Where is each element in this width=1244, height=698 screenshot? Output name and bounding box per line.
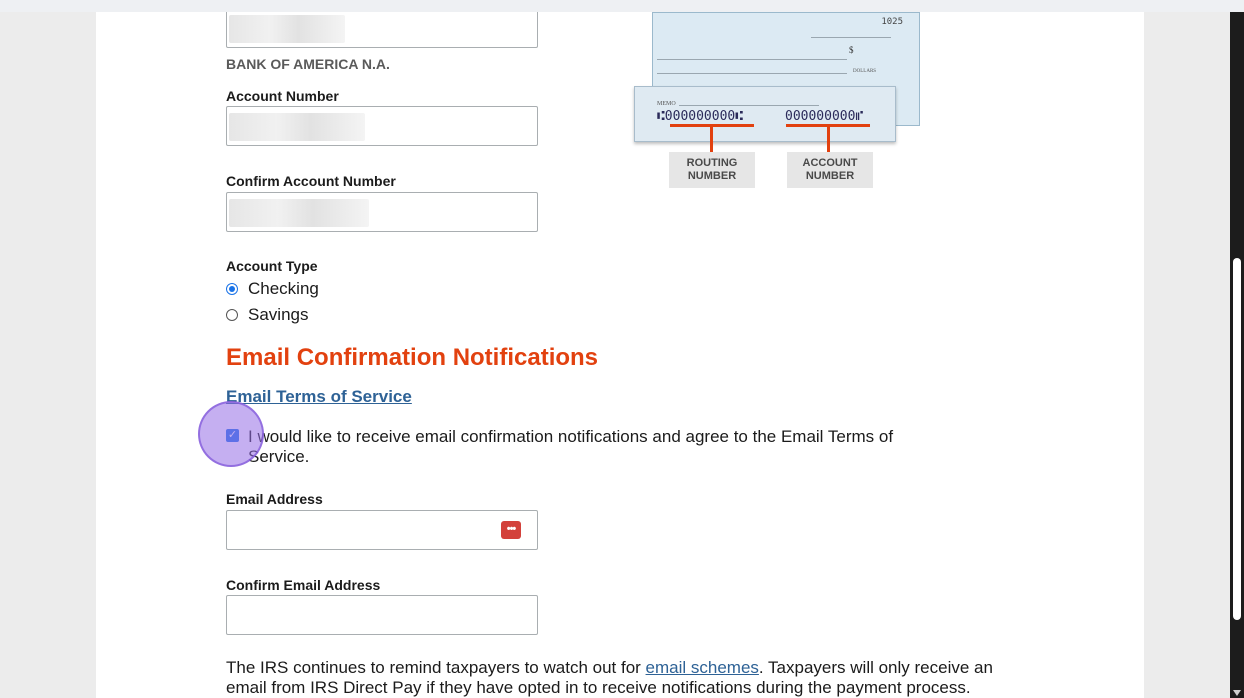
redacted-value bbox=[229, 113, 365, 141]
account-digits: 000000000⑈ bbox=[785, 109, 864, 124]
confirm-account-number-label: Confirm Account Number bbox=[226, 173, 396, 189]
account-callout-line2: NUMBER bbox=[805, 170, 855, 182]
email-address-field[interactable]: ••• bbox=[226, 510, 538, 550]
email-address-label: Email Address bbox=[226, 491, 323, 507]
account-pointer bbox=[827, 126, 830, 152]
redacted-value bbox=[229, 199, 369, 227]
check-number: 1025 bbox=[881, 17, 903, 27]
vertical-scrollbar[interactable] bbox=[1230, 12, 1244, 698]
dollars-label: DOLLARS bbox=[853, 69, 877, 74]
click-indicator bbox=[198, 401, 264, 467]
savings-label: Savings bbox=[248, 305, 309, 324]
date-line bbox=[811, 37, 891, 38]
routing-number-callout: ROUTING NUMBER bbox=[669, 152, 755, 188]
checking-label: Checking bbox=[248, 279, 319, 298]
confirm-account-number-field[interactable] bbox=[226, 192, 538, 232]
account-type-savings-option[interactable]: Savings bbox=[226, 304, 308, 326]
confirm-email-address-label: Confirm Email Address bbox=[226, 577, 381, 593]
dollar-sign: $ bbox=[849, 45, 854, 55]
email-notifications-heading: Email Confirmation Notifications bbox=[226, 344, 599, 371]
email-terms-link[interactable]: Email Terms of Service bbox=[226, 387, 412, 407]
savings-radio[interactable] bbox=[226, 309, 238, 321]
account-type-checking-option[interactable]: Checking bbox=[226, 278, 319, 300]
account-callout-line1: ACCOUNT bbox=[802, 157, 858, 169]
memo-label: MEMO bbox=[657, 101, 676, 107]
checking-radio[interactable] bbox=[226, 283, 238, 295]
account-number-field[interactable] bbox=[226, 106, 538, 146]
account-type-label: Account Type bbox=[226, 258, 318, 274]
memo-line bbox=[679, 105, 819, 106]
bank-name: BANK OF AMERICA N.A. bbox=[226, 56, 390, 72]
routing-digits: ⑆000000000⑆ bbox=[657, 109, 744, 124]
check-front-image: MEMO ⑆000000000⑆ 000000000⑈ bbox=[634, 86, 896, 142]
browser-top-strip bbox=[0, 0, 1244, 12]
scroll-down-arrow-icon[interactable] bbox=[1233, 690, 1241, 696]
redacted-value bbox=[229, 15, 345, 43]
account-number-label: Account Number bbox=[226, 88, 339, 104]
scrollbar-thumb[interactable] bbox=[1233, 258, 1241, 620]
footer-text-start: The IRS continues to remind taxpayers to… bbox=[226, 658, 646, 677]
password-manager-icon[interactable]: ••• bbox=[501, 521, 521, 539]
email-consent-text: I would like to receive email confirmati… bbox=[248, 427, 894, 466]
routing-callout-line2: NUMBER bbox=[687, 170, 737, 182]
account-number-callout: ACCOUNT NUMBER bbox=[787, 152, 873, 188]
email-schemes-link[interactable]: email schemes bbox=[646, 658, 759, 677]
payment-form-page: BANK OF AMERICA N.A. Account Number Conf… bbox=[96, 12, 1144, 698]
email-scam-warning: The IRS continues to remind taxpayers to… bbox=[226, 658, 1026, 698]
amount-line bbox=[657, 73, 847, 74]
routing-callout-line1: ROUTING bbox=[686, 157, 738, 169]
routing-number-field[interactable] bbox=[226, 12, 538, 48]
payee-line bbox=[657, 59, 847, 60]
confirm-email-address-field[interactable] bbox=[226, 595, 538, 635]
routing-pointer bbox=[710, 126, 713, 152]
